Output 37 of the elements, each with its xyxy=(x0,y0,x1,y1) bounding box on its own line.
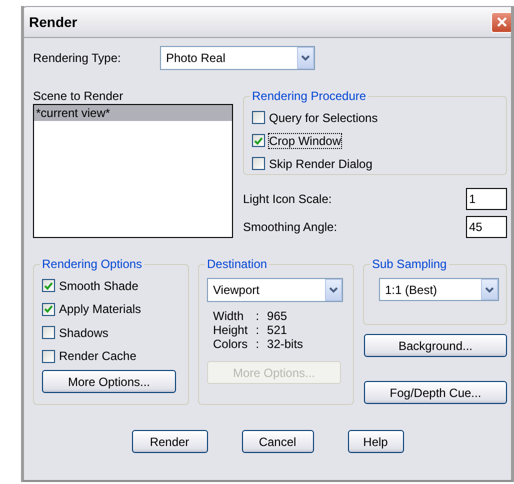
group-title: Rendering Options xyxy=(41,257,144,271)
info-separator: : xyxy=(256,323,260,337)
checkbox-label[interactable]: Smooth Shade xyxy=(59,278,138,293)
input-field[interactable]: 1 xyxy=(466,188,507,210)
dialog-button[interactable]: Fog/Depth Cue... xyxy=(364,381,507,404)
more-options-button[interactable]: More Options... xyxy=(42,370,176,393)
list-label: Scene to Render xyxy=(33,89,124,103)
field-label: Light Icon Scale: xyxy=(243,192,332,206)
info-label: Height xyxy=(213,323,248,337)
info-label: Colors xyxy=(213,337,248,351)
field-label: Smoothing Angle: xyxy=(243,220,338,234)
info-label: Width xyxy=(213,309,245,323)
group-title: Destination xyxy=(206,257,268,271)
dialog-button[interactable]: Cancel xyxy=(242,430,314,453)
checkbox-label[interactable]: Apply Materials xyxy=(59,302,142,316)
dialog-button[interactable]: Render xyxy=(132,430,208,453)
input-field[interactable]: 45 xyxy=(466,216,507,238)
list-item[interactable]: *current view* xyxy=(34,105,232,121)
info-value: 521 xyxy=(267,323,288,337)
sub-sampling-dropdown[interactable]: 1:1 (Best) xyxy=(379,278,499,301)
info-separator: : xyxy=(256,309,260,323)
dialog-button[interactable]: Help xyxy=(348,430,404,453)
destination-dropdown[interactable]: Viewport xyxy=(207,278,343,302)
field-label: Rendering Type: xyxy=(33,51,122,65)
window-title: Render xyxy=(29,14,78,30)
checkbox-label[interactable]: Shadows xyxy=(59,326,108,340)
checkbox-label[interactable]: Crop Window xyxy=(269,134,342,148)
info-value: 965 xyxy=(267,309,288,323)
checkbox-label[interactable]: Skip Render Dialog xyxy=(269,156,372,170)
checkbox-label[interactable]: Query for Selections xyxy=(269,110,378,124)
dialog-button[interactable]: Background... xyxy=(364,334,507,357)
group-title: Sub Sampling xyxy=(371,257,448,271)
rendering-type-dropdown[interactable]: Photo Real xyxy=(160,46,315,70)
checkbox-label[interactable]: Render Cache xyxy=(59,349,136,364)
info-separator: : xyxy=(256,337,260,351)
group-title: Rendering Procedure xyxy=(251,89,368,103)
info-value: 32-bits xyxy=(267,337,304,351)
